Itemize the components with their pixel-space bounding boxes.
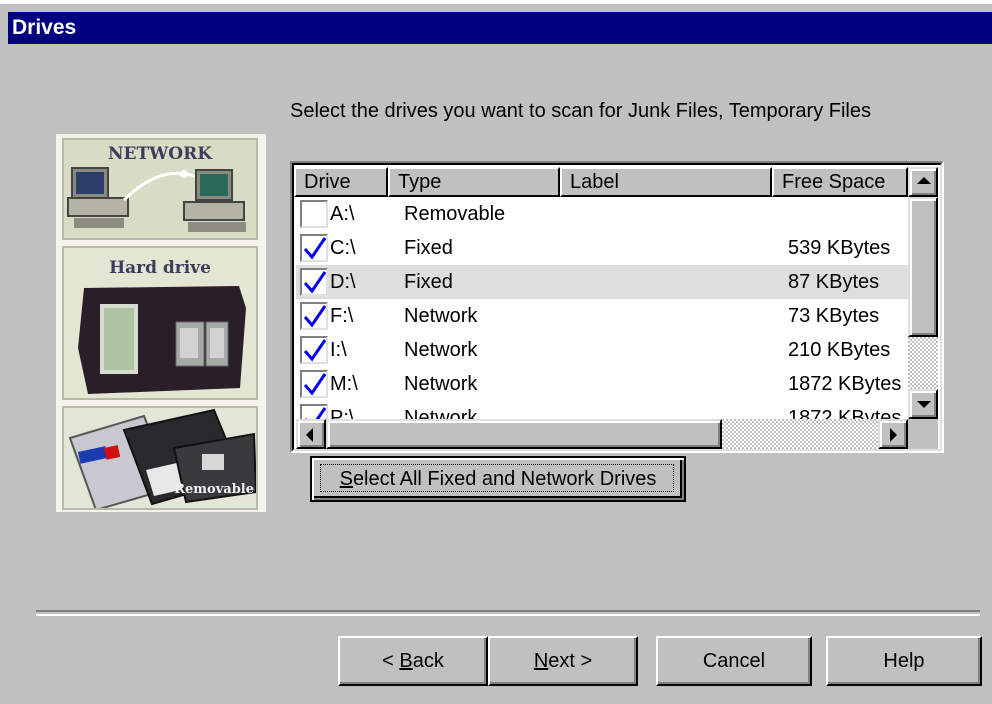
- drive-letter: M:\: [330, 373, 358, 395]
- table-row[interactable]: F:\ Network 73 KBytes: [296, 299, 908, 333]
- next-label: ext >: [548, 650, 593, 672]
- network-label: NETWORK: [108, 144, 212, 164]
- drive-free-space: 87 KBytes: [788, 271, 880, 293]
- drive-checkbox[interactable]: [300, 370, 328, 398]
- cancel-button[interactable]: Cancel: [656, 636, 812, 686]
- table-row[interactable]: A:\ Removable: [296, 197, 908, 231]
- instruction-text: Select the drives you want to scan for J…: [290, 100, 871, 122]
- network-panel: NETWORK: [62, 138, 258, 240]
- horizontal-scroll-thumb[interactable]: [326, 419, 722, 449]
- drive-type: Fixed: [404, 271, 453, 293]
- harddrive-panel: Hard drive: [62, 246, 258, 400]
- checkmark-icon: [303, 271, 326, 294]
- drive-checkbox[interactable]: [300, 200, 328, 228]
- up-arrow-icon: [917, 177, 931, 184]
- drive-checkbox[interactable]: [300, 336, 328, 364]
- checkmark-icon: [303, 339, 326, 362]
- back-button[interactable]: < Back: [338, 636, 488, 686]
- drive-checkbox[interactable]: [300, 234, 328, 262]
- right-arrow-icon: [890, 428, 897, 442]
- column-header-label[interactable]: Label: [560, 167, 772, 197]
- drive-free-space: 73 KBytes: [788, 305, 880, 327]
- removable-panel: Removable: [62, 406, 258, 510]
- column-header-free-space[interactable]: Free Space: [772, 167, 908, 197]
- drive-type: Network: [404, 305, 478, 327]
- next-button[interactable]: Next >: [488, 636, 638, 686]
- harddrive-label: Hard drive: [109, 258, 211, 278]
- back-label: ack: [412, 650, 444, 672]
- column-header-drive[interactable]: Drive: [294, 167, 388, 197]
- title-bar: Drives: [0, 0, 992, 44]
- checkmark-icon: [303, 373, 326, 396]
- drive-free-space: 1872 KBytes: [788, 373, 902, 395]
- scroll-left-button[interactable]: [296, 419, 326, 449]
- drive-free-space: 539 KBytes: [788, 237, 891, 259]
- drive-free-space: 210 KBytes: [788, 339, 891, 361]
- drive-types-illustration: NETWORK Hard drive Removable: [56, 134, 266, 512]
- left-arrow-icon: [306, 428, 313, 442]
- table-row[interactable]: C:\ Fixed 539 KBytes: [296, 231, 908, 265]
- table-row[interactable]: I:\ Network 210 KBytes: [296, 333, 908, 367]
- next-mnemonic: N: [533, 650, 549, 672]
- focus-rectangle: [320, 464, 674, 492]
- drive-list[interactable]: Drive Type Label Free Space A:\ Removable…: [290, 161, 944, 453]
- separator-line: [36, 610, 980, 616]
- down-arrow-icon: [917, 401, 931, 408]
- drive-type: Fixed: [404, 237, 453, 259]
- column-header-type[interactable]: Type: [388, 167, 560, 197]
- horizontal-scrollbar[interactable]: [296, 419, 908, 449]
- drive-checkbox[interactable]: [300, 302, 328, 330]
- help-button[interactable]: Help: [826, 636, 982, 686]
- table-row[interactable]: M:\ Network 1872 KBytes: [296, 367, 908, 401]
- window-title: Drives: [8, 12, 992, 44]
- drive-letter: D:\: [330, 271, 356, 293]
- drive-type: Removable: [404, 203, 506, 225]
- drive-type: Network: [404, 373, 478, 395]
- back-mnemonic: B: [399, 650, 413, 672]
- select-all-drives-button[interactable]: Select All Fixed and Network Drives: [310, 456, 686, 502]
- removable-label: Removable: [174, 482, 254, 497]
- drive-letter: I:\: [330, 339, 347, 361]
- back-prefix: <: [382, 650, 400, 672]
- drive-letter: C:\: [330, 237, 356, 259]
- table-row[interactable]: D:\ Fixed 87 KBytes: [296, 265, 908, 299]
- drive-checkbox[interactable]: [300, 268, 328, 296]
- checkmark-icon: [303, 237, 326, 260]
- drive-letter: F:\: [330, 305, 354, 327]
- drive-letter: A:\: [330, 203, 355, 225]
- drive-type: Network: [404, 339, 478, 361]
- drive-list-frame: Drive Type Label Free Space A:\ Removable…: [292, 163, 942, 451]
- vertical-scroll-thumb[interactable]: [908, 197, 938, 337]
- scroll-down-button[interactable]: [908, 389, 938, 419]
- scroll-up-button[interactable]: [908, 167, 938, 197]
- scrollbar-corner: [908, 419, 938, 449]
- checkmark-icon: [303, 305, 326, 328]
- vertical-scrollbar[interactable]: [908, 167, 938, 419]
- scroll-right-button[interactable]: [878, 419, 908, 449]
